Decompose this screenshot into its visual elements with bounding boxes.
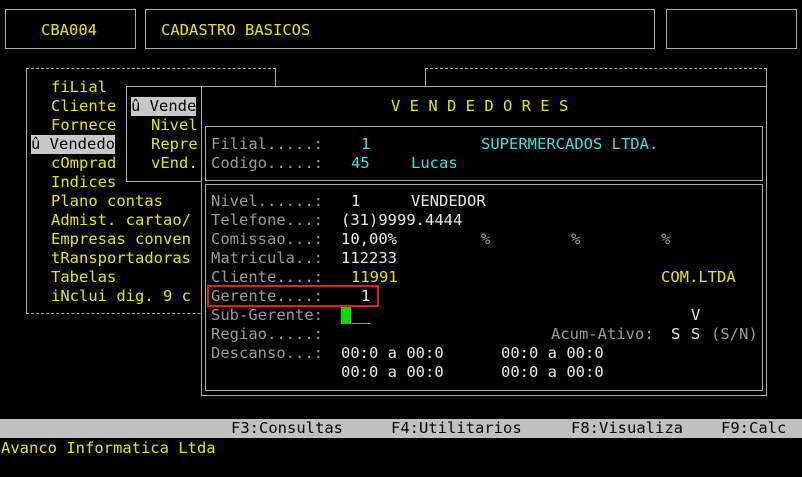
telefone-label: Telefone...: — [211, 211, 323, 229]
menu-item-comprad[interactable]: cOmprad — [51, 154, 116, 173]
menu-item-admist-cartao[interactable]: Admist. cartao/ — [51, 211, 191, 230]
acum-ativo-value-1[interactable]: S — [671, 325, 680, 344]
acum-ativo-value-2[interactable]: S — [691, 325, 700, 344]
menu-item-fornece[interactable]: Fornece — [51, 116, 116, 135]
codigo-label: Codigo.....: — [211, 154, 323, 172]
submenu-item-vend[interactable]: vEnd. — [151, 154, 198, 173]
filial-label: Filial.....: — [211, 135, 323, 153]
menu-item-vendedor-selected[interactable]: û Vendedo — [31, 135, 115, 154]
menu-item-plano-contas[interactable]: Plano contas — [51, 192, 163, 211]
menu-item-empresas-conven[interactable]: Empresas conven — [51, 230, 191, 249]
submenu-item-repre[interactable]: Repre — [151, 135, 198, 154]
descanso-row1-b[interactable]: 00:0 a 00:0 — [501, 344, 604, 363]
gerente-value[interactable]: 1 — [361, 287, 370, 306]
comissao-label: Comissao...: — [211, 230, 323, 248]
menu-item-indices[interactable]: Indices — [51, 173, 116, 192]
company-footer: Avanco Informatica Ltda — [1, 439, 216, 457]
filial-value[interactable]: 1 — [361, 135, 370, 154]
f4-utilitarios[interactable]: F4:Utilitarios — [391, 419, 522, 438]
nivel-value[interactable]: 1 — [351, 192, 360, 211]
filial-name: SUPERMERCADOS LTDA. — [481, 135, 659, 153]
submenu-item-nivel[interactable]: Nivel — [151, 116, 198, 135]
program-code: CBA004 — [41, 21, 97, 39]
function-key-bar: F3:Consultas F4:Utilitarios F8:Visualiza… — [0, 419, 802, 438]
menu-item-transportadoras[interactable]: tRansportadoras — [51, 249, 191, 268]
menu-item-tabelas[interactable]: Tabelas — [51, 268, 116, 287]
comissao-pct-2[interactable]: % — [571, 230, 580, 249]
menu-item-cliente[interactable]: Cliente — [51, 97, 116, 116]
f8-visualiza[interactable]: F8:Visualiza — [571, 419, 683, 438]
submenu-item-vende-selected[interactable]: û Vende — [131, 97, 197, 116]
codigo-value[interactable]: 45 — [351, 154, 370, 173]
subgerente-input[interactable]: __ — [352, 306, 371, 325]
menu-item-inclui-dig[interactable]: iNclui dig. 9 c — [51, 287, 191, 306]
matricula-value[interactable]: 112233 — [341, 249, 397, 268]
text-cursor — [341, 307, 351, 324]
gerente-label: Gerente....: — [211, 287, 323, 305]
telefone-value[interactable]: (31)9999.4444 — [341, 211, 462, 230]
comissao-value[interactable]: 10,00% — [341, 230, 397, 249]
f9-calc[interactable]: F9:Calc — [721, 419, 786, 438]
descanso-row2-a[interactable]: 00:0 a 00:0 — [341, 363, 444, 382]
codigo-name: Lucas — [411, 154, 458, 172]
menu-item-filial[interactable]: fiLial — [51, 78, 107, 97]
cliente-name: COM.LTDA — [661, 268, 736, 286]
nivel-label: Nivel......: — [211, 192, 323, 210]
screen-title: CADASTRO BASICOS — [161, 21, 311, 39]
regiao-label: Regiao.....: — [211, 325, 323, 343]
comissao-pct-1[interactable]: % — [481, 230, 490, 249]
header-right-box — [666, 9, 797, 49]
descanso-label: Descanso...: — [211, 344, 323, 362]
comissao-pct-3[interactable]: % — [661, 230, 670, 249]
dialog-title: V E N D E D O R E S — [391, 97, 569, 115]
acum-ativo-hint: (S/N) — [711, 325, 758, 343]
matricula-label: Matricula..: — [211, 249, 323, 267]
descanso-row2-b[interactable]: 00:0 a 00:0 — [501, 363, 604, 382]
acum-ativo-label: Acum-Ativo: — [551, 325, 654, 343]
subgerente-label: Sub-Gerente: — [211, 306, 323, 324]
nivel-name: VENDEDOR — [411, 192, 486, 210]
f3-consultas[interactable]: F3:Consultas — [231, 419, 343, 438]
v-flag: V — [691, 306, 701, 324]
descanso-row1-a[interactable]: 00:0 a 00:0 — [341, 344, 444, 363]
